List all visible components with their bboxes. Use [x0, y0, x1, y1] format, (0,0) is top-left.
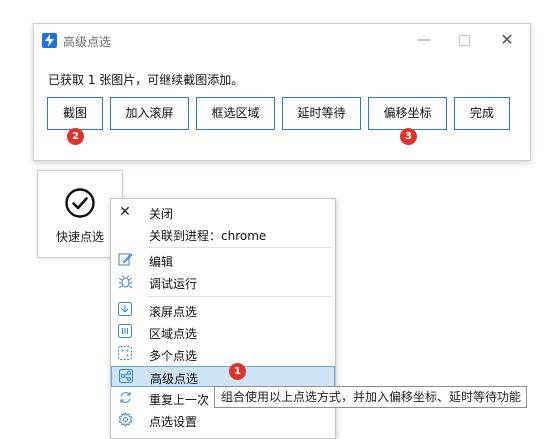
title-bar: 高级点选 — ✕ — [34, 24, 530, 56]
menu-item-label: 高级点选 — [150, 372, 199, 386]
menu-item-label: 滚屏点选 — [149, 305, 198, 319]
menu-item-label: 调试运行 — [149, 277, 198, 291]
menu-item-label: 点选设置 — [149, 415, 198, 429]
menu-item-label: 区域点选 — [149, 327, 198, 341]
menu-item-region-select[interactable]: 区域点选 — [111, 322, 335, 343]
menu-item-multi-select[interactable]: 多个点选 — [111, 344, 335, 365]
menu-item-debug-run[interactable]: 调试运行 — [111, 272, 335, 293]
repeat-icon — [117, 390, 133, 406]
share-icon — [118, 369, 134, 385]
select-region-button[interactable]: 框选区域 — [196, 97, 275, 130]
gear-icon — [117, 412, 133, 428]
menu-item-advanced-select[interactable]: 高级点选 — [111, 366, 335, 387]
offset-coordinate-button[interactable]: 偏移坐标 — [368, 97, 447, 130]
menu-item-scroll-select[interactable]: 滚屏点选 — [111, 300, 335, 321]
lightning-icon — [42, 33, 57, 48]
close-icon: ✕ — [119, 204, 131, 220]
step-badge-3: 3 — [400, 128, 417, 145]
menu-item-bind-process[interactable]: 关联到进程：chrome — [111, 224, 335, 245]
menu-item-close[interactable]: ✕ 关闭 — [111, 202, 335, 223]
delay-wait-button[interactable]: 延时等待 — [282, 97, 361, 130]
menu-item-select-settings[interactable]: 点选设置 — [111, 410, 335, 431]
menu-item-label: 多个点选 — [149, 349, 198, 363]
status-message: 已获取 1 张图片，可继续截图添加。 — [48, 73, 244, 87]
menu-item-label: 重复上一次 — [149, 393, 210, 407]
maximize-button[interactable] — [452, 30, 476, 50]
window-title: 高级点选 — [63, 35, 112, 49]
menu-separator — [147, 247, 333, 248]
minimize-button[interactable]: — — [412, 30, 436, 50]
check-circle-icon — [65, 188, 95, 218]
region-icon — [117, 324, 133, 340]
screenshot-button[interactable]: 截图 — [47, 97, 103, 130]
menu-item-label: 关联到进程：chrome — [149, 229, 267, 243]
menu-item-edit[interactable]: 编辑 — [111, 250, 335, 271]
add-scroll-button[interactable]: 加入滚屏 — [110, 97, 189, 130]
tooltip: 组合使用以上点选方式，并加入偏移坐标、延时等待功能 — [214, 386, 527, 408]
menu-item-label: 关闭 — [149, 207, 174, 221]
done-button[interactable]: 完成 — [454, 97, 510, 130]
bug-icon — [117, 274, 133, 290]
menu-item-label: 编辑 — [149, 255, 174, 269]
menu-separator — [147, 296, 333, 297]
advanced-select-dialog: 高级点选 — ✕ 已获取 1 张图片，可继续截图添加。 截图 加入滚屏 框选区域… — [33, 23, 531, 161]
step-badge-1: 1 — [229, 363, 246, 380]
scroll-down-icon — [117, 302, 133, 318]
close-button[interactable]: ✕ — [495, 30, 519, 50]
edit-icon — [117, 252, 133, 268]
step-badge-2: 2 — [67, 128, 84, 145]
multi-dot-icon — [117, 346, 133, 362]
